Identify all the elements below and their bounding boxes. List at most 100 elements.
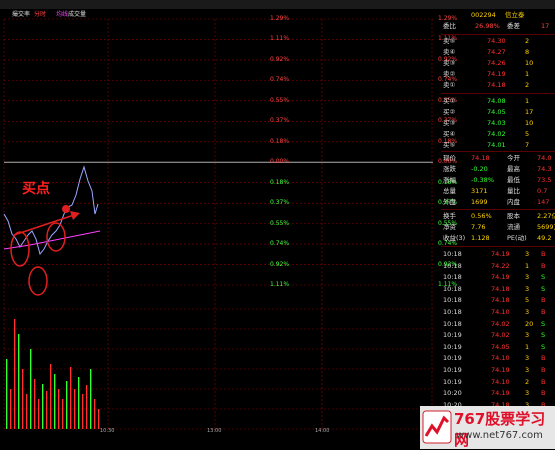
- tick-time: 10:18: [443, 273, 462, 282]
- order-label: 买⑤: [443, 141, 456, 149]
- order-price: 74.19: [487, 70, 506, 78]
- stat-value: 7.76: [471, 223, 486, 231]
- volume-bar: [94, 399, 96, 429]
- stat-label: 涨跌: [443, 165, 456, 173]
- stat-label: 净资: [443, 223, 456, 231]
- order-label: 卖⑤: [443, 37, 456, 45]
- order-price: 74.02: [487, 130, 506, 138]
- tick-direction: S: [541, 331, 546, 340]
- tick-volume: 3: [525, 366, 530, 374]
- tick-direction: S: [541, 342, 546, 351]
- tick-price: 74.19: [491, 273, 510, 282]
- inner-percent-label: 1.29%: [270, 15, 290, 22]
- top-toolbar: [0, 0, 555, 9]
- volume-bar: [46, 391, 48, 429]
- tick-row: 10:18 74.19 3 B: [441, 249, 555, 260]
- tick-time: 10:18: [443, 308, 462, 316]
- stat-row: 现价 74.18 今开 74.0: [441, 153, 555, 164]
- tick-time: 10:18: [443, 296, 462, 305]
- divider: [441, 93, 555, 94]
- annotation-circle: [46, 222, 66, 252]
- order-label: 买②: [443, 108, 456, 116]
- buy-order-row: 买④ 74.02 5: [441, 129, 555, 140]
- tick-price: 74.18: [491, 284, 510, 293]
- inner-percent-label: 1.11%: [270, 35, 290, 43]
- tick-price: 74.19: [491, 366, 510, 374]
- order-volume: 5: [525, 130, 530, 138]
- order-label: 买③: [443, 119, 456, 127]
- stock-code: 002294: [471, 11, 496, 19]
- tick-direction: S: [541, 284, 546, 293]
- intraday-chart[interactable]: [0, 9, 433, 449]
- stat-value: 0.56%: [471, 212, 492, 220]
- tick-direction: B: [541, 366, 546, 374]
- inner-percent-label: 0.92%: [270, 260, 290, 268]
- stat-label: 量比: [507, 187, 520, 195]
- volume-bars: [6, 319, 100, 429]
- tick-price: 74.19: [491, 389, 510, 398]
- stat-row: 总量 3171 量比 0.7: [441, 186, 555, 197]
- tick-price: 74.02: [491, 331, 510, 340]
- tick-time: 10:19: [443, 354, 462, 363]
- stat-value: -0.38%: [471, 176, 494, 184]
- order-price: 74.08: [487, 97, 506, 105]
- tick-time: 10:19: [443, 377, 462, 386]
- annotation-circle: [28, 266, 48, 296]
- volume-bar: [90, 369, 92, 429]
- stat-row: 涨跌 -0.20 最高 74.3: [441, 164, 555, 175]
- order-label: 买④: [443, 130, 456, 138]
- sell-order-row: 卖② 74.19 1: [441, 69, 555, 80]
- buy-point-annotation: [10, 205, 80, 296]
- volume-bar: [58, 389, 60, 429]
- sell-order-row: 卖④ 74.27 8: [441, 47, 555, 58]
- buy-order-row: 买① 74.08 1: [441, 96, 555, 107]
- stat-label: 涨幅: [443, 176, 456, 184]
- tick-price: 74.10: [491, 308, 510, 316]
- inner-percent-label: 0.18%: [270, 137, 290, 145]
- tick-price: 74.19: [491, 250, 510, 258]
- tick-direction: B: [541, 296, 546, 305]
- tick-price: 74.02: [491, 319, 510, 328]
- tick-row: 10:19 74.05 1 S: [441, 342, 555, 353]
- inner-percent-label: 0.00%: [270, 158, 290, 166]
- stat-value: 2.27亿: [537, 212, 555, 220]
- volume-bar: [26, 394, 28, 429]
- tick-direction: B: [541, 377, 546, 386]
- tick-row: 10:19 74.10 2 B: [441, 377, 555, 388]
- order-price: 74.26: [487, 59, 506, 67]
- tick-row: 10:18 74.18 3 S: [441, 284, 555, 295]
- volume-bar: [98, 409, 100, 429]
- tick-time: 10:18: [443, 319, 462, 328]
- inner-percent-label: 0.74%: [270, 240, 290, 248]
- tick-time: 10:18: [443, 261, 462, 270]
- annotation-circle: [10, 231, 30, 267]
- stat-label: 换手: [443, 212, 456, 220]
- order-volume: 10: [525, 59, 534, 67]
- tick-direction: S: [541, 273, 546, 282]
- volume-bar: [86, 385, 88, 429]
- order-volume: 7: [525, 141, 530, 149]
- order-price: 74.05: [487, 108, 506, 116]
- tick-time: 10:18: [443, 284, 462, 293]
- tick-volume: 20: [525, 319, 534, 328]
- stat-label: 现价: [443, 154, 456, 162]
- buy-order-row: 买② 74.05 17: [441, 107, 555, 118]
- tick-time: 10:19: [443, 342, 462, 351]
- tick-price: 74.10: [491, 354, 510, 363]
- stat-value: 147: [537, 198, 550, 206]
- stat-label: 收益(3): [443, 234, 466, 242]
- sell-order-row: 卖⑤ 74.30 2: [441, 36, 555, 47]
- stock-name: 信立泰: [505, 11, 525, 19]
- tick-row: 10:18 74.10 3 B: [441, 307, 555, 318]
- weibi-value: 26.98%: [475, 22, 500, 30]
- tick-volume: 5: [525, 296, 530, 305]
- stat-label: 股本: [507, 212, 520, 220]
- price-line: [3, 165, 101, 256]
- company-stat-row: 净资 7.76 流通 5699万: [441, 222, 555, 233]
- order-label: 卖④: [443, 48, 456, 56]
- tick-row: 10:19 74.10 3 B: [441, 353, 555, 364]
- order-price: 74.01: [487, 141, 506, 149]
- inner-percent-label: 0.37%: [270, 117, 290, 125]
- stat-value: 3171: [471, 187, 488, 195]
- order-label: 卖①: [443, 81, 456, 89]
